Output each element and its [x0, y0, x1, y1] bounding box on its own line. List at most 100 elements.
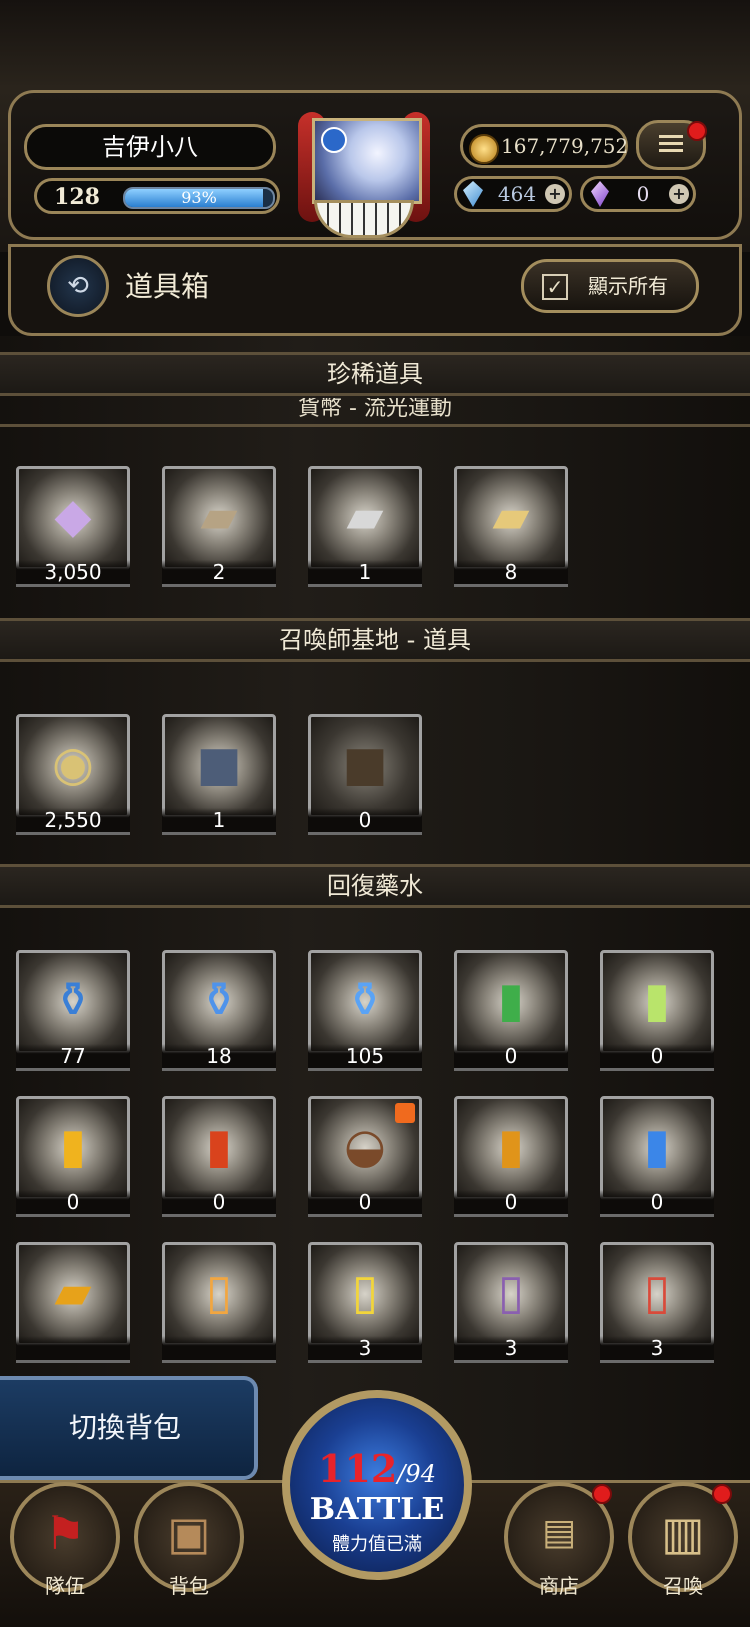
backpack-icon: ■	[196, 736, 242, 793]
shop-icon: ▤	[541, 1511, 577, 1553]
player-avatar[interactable]	[298, 104, 430, 256]
item-slot[interactable]: ■ 1	[162, 714, 276, 835]
dark-backpack-icon: ■	[342, 736, 388, 793]
item-count: 3,050	[16, 560, 130, 587]
item-slot[interactable]: ⚱ 105	[308, 950, 422, 1071]
summon-notification-dot	[712, 1484, 732, 1504]
item-icon-frame: ▰	[162, 466, 276, 570]
item-count: 0	[600, 1190, 714, 1217]
item-slot[interactable]: ▰ 2	[162, 466, 276, 587]
page-title: 道具箱	[125, 270, 210, 303]
item-icon-frame: ⚱	[16, 950, 130, 1054]
stamina-current: 112	[318, 1446, 398, 1491]
item-slot[interactable]: ⚱ 18	[162, 950, 276, 1071]
item-icon-frame: ◉	[16, 714, 130, 818]
green-bottle-icon: ▮	[497, 972, 525, 1029]
crystal-icon: ◆	[54, 488, 92, 545]
item-count: 1	[308, 560, 422, 587]
gold-display: 167,779,752	[460, 124, 628, 168]
item-icon-frame: ▰	[308, 466, 422, 570]
item-icon-frame: ▮	[600, 1096, 714, 1200]
crystal-display: 0 +	[580, 176, 696, 212]
gold-amount: 167,779,752	[501, 134, 629, 158]
item-slot[interactable]: ▯	[162, 1242, 276, 1363]
avatar-badge-icon	[321, 127, 347, 153]
item-icon-frame: ▮	[454, 1096, 568, 1200]
section-header-potions: 回復藥水	[0, 864, 750, 908]
exp-bar: 93%	[123, 187, 275, 209]
item-count: 105	[308, 1044, 422, 1071]
yuzu-tea-carton-icon: ▯	[351, 1264, 379, 1321]
item-slot[interactable]: ■ 0	[308, 714, 422, 835]
item-slot[interactable]: ▰	[16, 1242, 130, 1363]
battle-label: BATTLE	[309, 1492, 445, 1527]
item-icon-frame: ▰	[16, 1242, 130, 1346]
item-count: 0	[162, 1190, 276, 1217]
item-icon-frame: ▮	[162, 1096, 276, 1200]
item-count	[16, 1336, 130, 1363]
summon-card-icon: ▥	[661, 1505, 705, 1560]
lime-bottle-icon: ▮	[643, 972, 671, 1029]
item-count: 0	[454, 1190, 568, 1217]
section-header-base: 召喚師基地 - 道具	[0, 618, 750, 662]
item-slot[interactable]: ▮ 0	[454, 1096, 568, 1217]
back-button[interactable]: ⟲	[47, 255, 109, 317]
add-gems-button[interactable]: +	[545, 184, 565, 204]
gem-icon	[463, 181, 483, 207]
item-count: 1	[162, 808, 276, 835]
player-level: 128	[54, 184, 100, 210]
food-badge-icon	[395, 1103, 415, 1123]
player-name: 吉伊小八	[24, 124, 276, 170]
player-level-panel: 128 93%	[34, 178, 280, 214]
battle-button[interactable]: 112/94 BATTLE 體力值已滿	[282, 1390, 472, 1580]
potion-medium-icon: ⚱	[198, 972, 240, 1029]
item-icon-frame: ▮	[600, 950, 714, 1054]
item-icon-frame: ◒	[308, 1096, 422, 1200]
water-bottle-icon: ▮	[643, 1118, 671, 1175]
stamina-status: 體力值已滿	[332, 1534, 422, 1555]
tea-bottle-icon: ▮	[497, 1118, 525, 1175]
nav-bag-label: 背包	[169, 1574, 209, 1598]
honey-tea-carton-icon: ▯	[205, 1264, 233, 1321]
item-slot[interactable]: ▮ 0	[454, 950, 568, 1071]
menu-button[interactable]	[636, 120, 707, 170]
avatar-frame-teeth	[314, 200, 414, 238]
item-slot[interactable]: ▰ 1	[308, 466, 422, 587]
item-icon-frame: ■	[308, 714, 422, 818]
item-slot[interactable]: ▮ 0	[162, 1096, 276, 1217]
top-status-bar: 吉伊小八 128 93% 167,779,752 464 + 0 +	[0, 0, 750, 252]
gold-coin-icon	[469, 134, 499, 164]
add-crystals-button[interactable]: +	[669, 184, 689, 204]
item-slot[interactable]: ◉ 2,550	[16, 714, 130, 835]
gold-card-icon: ▰	[492, 488, 530, 545]
item-icon-frame: ▯	[454, 1242, 568, 1346]
item-count: 3	[454, 1336, 568, 1363]
gem-amount: 464	[497, 182, 537, 206]
item-slot[interactable]: ▯ 3	[308, 1242, 422, 1363]
shop-notification-dot	[592, 1484, 612, 1504]
item-count: 0	[454, 1044, 568, 1071]
exp-percent: 93%	[181, 188, 217, 207]
gem-display: 464 +	[454, 176, 572, 212]
item-slot[interactable]: ▮ 0	[600, 1096, 714, 1217]
menu-icon	[659, 135, 683, 153]
item-slot[interactable]: ▯ 3	[454, 1242, 568, 1363]
switch-bag-button[interactable]: 切換背包	[0, 1376, 258, 1480]
item-icon-frame: ▰	[454, 466, 568, 570]
item-slot[interactable]: ▯ 3	[600, 1242, 714, 1363]
checkbox-icon: ✓	[542, 274, 568, 300]
flag-icon: ⚑	[44, 1505, 86, 1560]
item-slot[interactable]: ◆ 3,050	[16, 466, 130, 587]
item-slot[interactable]: ◒ 0	[308, 1096, 422, 1217]
item-slot[interactable]: ▮ 0	[600, 950, 714, 1071]
item-slot[interactable]: ▰ 8	[454, 466, 568, 587]
item-count	[162, 1336, 276, 1363]
show-all-button[interactable]: ✓ 顯示所有	[521, 259, 699, 313]
item-count: 3	[600, 1336, 714, 1363]
notification-dot	[687, 121, 707, 141]
item-icon-frame: ▯	[308, 1242, 422, 1346]
item-slot[interactable]: ⚱ 77	[16, 950, 130, 1071]
item-slot[interactable]: ▮ 0	[16, 1096, 130, 1217]
bag-icon: ▣	[167, 1505, 211, 1560]
beef-bowl-icon: ◒	[344, 1118, 386, 1175]
